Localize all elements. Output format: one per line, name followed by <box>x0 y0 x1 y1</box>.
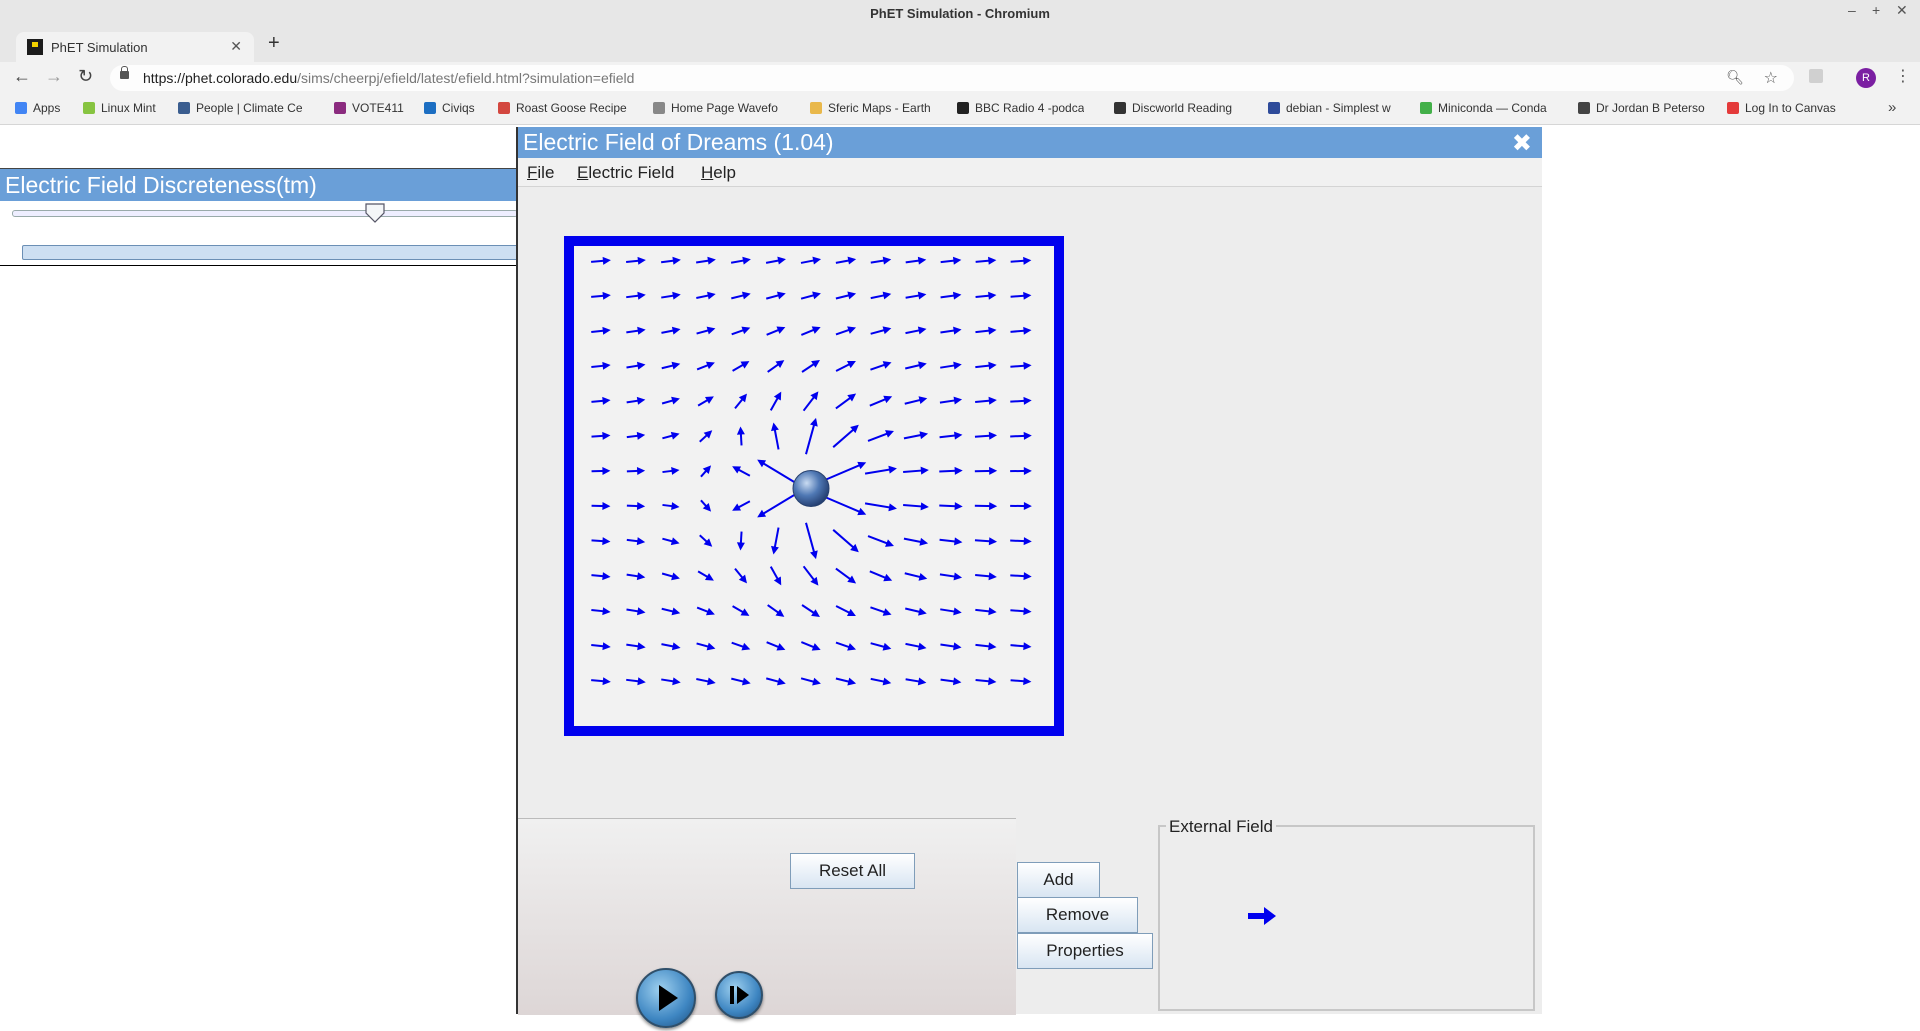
tab-phet-simulation[interactable]: PhET Simulation ✕ <box>16 32 254 62</box>
discreteness-title: Electric Field Discreteness(tm) <box>0 169 516 201</box>
bookmark-favicon-icon <box>1578 102 1590 114</box>
bookmark-item[interactable]: People | Climate Ce <box>178 101 303 115</box>
tab-close-icon[interactable]: ✕ <box>230 38 242 55</box>
bookmark-label: Sferic Maps - Earth <box>828 101 931 115</box>
maximize-icon[interactable]: + <box>1872 2 1880 18</box>
bookmark-label: Miniconda — Conda <box>1438 101 1547 115</box>
bookmark-item[interactable]: Home Page Wavefo <box>653 101 778 115</box>
tab-title: PhET Simulation <box>51 40 148 55</box>
browser-menu-icon[interactable]: ⋮ <box>1895 66 1911 86</box>
discreteness-panel: Electric Field Discreteness(tm) <box>0 168 516 266</box>
bookmark-favicon-icon <box>83 102 95 114</box>
discreteness-slider-thumb[interactable] <box>365 203 385 223</box>
bookmark-label: BBC Radio 4 -podca <box>975 101 1084 115</box>
bookmark-favicon-icon <box>334 102 346 114</box>
bookmark-label: Dr Jordan B Peterso <box>1596 101 1705 115</box>
bookmark-label: Apps <box>33 101 60 115</box>
discreteness-bar[interactable] <box>22 245 518 260</box>
bookmark-item[interactable]: VOTE411 <box>334 101 404 115</box>
add-button[interactable]: Add <box>1017 862 1100 898</box>
close-window-icon[interactable]: ✕ <box>1896 2 1908 19</box>
bookmark-item[interactable]: Civiqs <box>424 101 475 115</box>
bookmark-favicon-icon <box>1420 102 1432 114</box>
profile-avatar[interactable]: R <box>1856 68 1876 88</box>
step-icon <box>717 973 761 1017</box>
bookmark-item[interactable]: Dr Jordan B Peterso <box>1578 101 1705 115</box>
external-field-arrow-icon[interactable] <box>1246 904 1278 928</box>
remove-button[interactable]: Remove <box>1017 897 1138 933</box>
charged-particle[interactable] <box>793 471 829 507</box>
bookmark-label: Home Page Wavefo <box>671 101 778 115</box>
new-tab-icon[interactable]: + <box>268 32 280 55</box>
bookmark-item[interactable]: debian - Simplest w <box>1268 101 1391 115</box>
bookmark-favicon-icon <box>498 102 510 114</box>
bookmarks-bar: Apps Linux Mint People | Climate Ce VOTE411… <box>0 94 1920 125</box>
bookmark-label: Discworld Reading <box>1132 101 1232 115</box>
window-titlebar: PhET Simulation - Chromium – + ✕ <box>0 0 1920 28</box>
close-icon[interactable]: ✖ <box>1512 129 1532 158</box>
back-icon[interactable]: ← <box>13 66 31 87</box>
zoom-icon[interactable]: 🔍︎ <box>1726 69 1744 86</box>
reload-icon[interactable]: ↻ <box>78 66 93 87</box>
bookmark-favicon-icon <box>1268 102 1280 114</box>
extension-icon[interactable] <box>1809 69 1823 83</box>
bookmark-item[interactable]: Sferic Maps - Earth <box>810 101 931 115</box>
forward-icon[interactable]: → <box>45 66 63 87</box>
bookmark-favicon-icon <box>1114 102 1126 114</box>
bookmark-favicon-icon <box>1727 102 1739 114</box>
bookmark-item[interactable]: Log In to Canvas <box>1727 101 1836 115</box>
more-bookmarks-icon[interactable]: » <box>1888 99 1896 116</box>
reset-all-button[interactable]: Reset All <box>790 853 915 889</box>
bookmark-label: debian - Simplest w <box>1286 101 1391 115</box>
bookmark-item[interactable]: Linux Mint <box>83 101 156 115</box>
bookmark-item[interactable]: Miniconda — Conda <box>1420 101 1547 115</box>
bookmark-favicon-icon <box>424 102 436 114</box>
simulation-window: Electric Field of Dreams (1.04) ✖ File E… <box>516 127 1542 1014</box>
bookmark-star-icon[interactable]: ☆ <box>1764 68 1778 88</box>
control-panel <box>518 818 1016 1015</box>
bookmark-item[interactable]: Apps <box>15 101 60 115</box>
properties-button[interactable]: Properties <box>1017 933 1153 969</box>
external-field-label: External Field <box>1166 817 1276 837</box>
bookmark-favicon-icon <box>957 102 969 114</box>
bookmark-item[interactable]: Roast Goose Recipe <box>498 101 627 115</box>
lock-icon <box>120 71 129 79</box>
bookmark-item[interactable]: Discworld Reading <box>1114 101 1232 115</box>
bookmark-label: People | Climate Ce <box>196 101 303 115</box>
bookmark-label: Roast Goose Recipe <box>516 101 627 115</box>
url-text[interactable]: https://phet.colorado.edu/sims/cheerpj/e… <box>143 70 634 86</box>
field-area[interactable] <box>564 236 1064 736</box>
simulation-title: Electric Field of Dreams (1.04) <box>518 127 1542 158</box>
phet-favicon-icon <box>27 39 43 55</box>
play-icon <box>638 970 694 1026</box>
bookmark-favicon-icon <box>15 102 27 114</box>
address-bar[interactable]: https://phet.colorado.edu/sims/cheerpj/e… <box>110 65 1794 91</box>
menu-help[interactable]: Help <box>701 163 736 183</box>
bookmark-favicon-icon <box>653 102 665 114</box>
simulation-menubar: File Electric Field Help <box>518 158 1542 187</box>
bookmark-favicon-icon <box>178 102 190 114</box>
minimize-icon[interactable]: – <box>1848 2 1856 18</box>
bookmark-label: Log In to Canvas <box>1745 101 1836 115</box>
bookmark-label: Civiqs <box>442 101 475 115</box>
bookmark-label: Linux Mint <box>101 101 156 115</box>
menu-file[interactable]: File <box>527 163 554 183</box>
bookmark-favicon-icon <box>810 102 822 114</box>
browser-toolbar: ← → ↻ https://phet.colorado.edu/sims/che… <box>0 62 1920 94</box>
discreteness-slider-track[interactable] <box>12 210 518 217</box>
bookmark-label: VOTE411 <box>352 101 404 115</box>
window-title: PhET Simulation - Chromium <box>870 6 1050 21</box>
menu-electric-field[interactable]: Electric Field <box>577 163 674 183</box>
bookmark-item[interactable]: BBC Radio 4 -podca <box>957 101 1084 115</box>
tab-strip: PhET Simulation ✕ <box>0 28 1920 62</box>
external-field-box[interactable] <box>1158 825 1535 1011</box>
step-button[interactable] <box>715 971 763 1019</box>
play-button[interactable] <box>636 968 696 1028</box>
